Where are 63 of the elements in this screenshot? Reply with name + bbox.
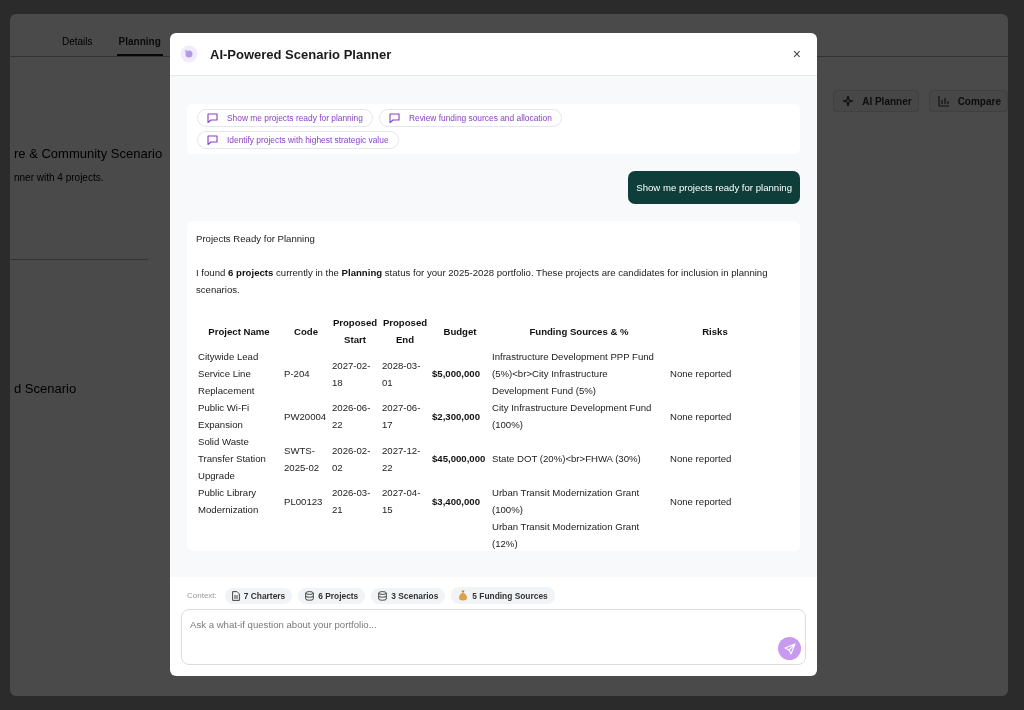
table-cell: PL00123 (284, 495, 323, 507)
table-cell: 2027-02-18 (332, 359, 371, 388)
context-label: Context: (187, 591, 217, 600)
table-cell: Urban Transit Modernization Grant (12%) (492, 521, 640, 549)
table-cell: 2027-12-22 (382, 444, 421, 473)
context-chip: 5 Funding Sources (451, 587, 555, 604)
suggestion-chip[interactable]: Show me projects ready for planning (197, 109, 373, 127)
dialog-title: AI-Powered Scenario Planner (210, 46, 393, 62)
table-cell: P-204 (284, 368, 310, 379)
table-cell: 2026-02-02 (332, 444, 371, 473)
chat-bubble-icon (207, 113, 218, 123)
column-header: Proposed Start (332, 317, 378, 345)
column-header: Project Name (208, 325, 270, 337)
table-cell: PW20004 (284, 410, 327, 422)
send-icon (783, 642, 796, 655)
table-cell: 2026-06-22 (332, 402, 371, 430)
table-cell: None reported (670, 410, 732, 422)
close-button[interactable]: × (788, 46, 805, 62)
table-cell: None reported (670, 368, 732, 379)
context-chip: 7 Charters (224, 587, 293, 604)
table-cell: Solid Waste Transfer Station Upgrade (198, 436, 266, 481)
money-bag-icon (458, 590, 469, 601)
table-cell: SWTS-2025-02 (284, 444, 320, 473)
table-cell: Citywide Lead Service Line Replacement (198, 351, 259, 396)
table-cell: Public Wi-Fi Expansion (198, 402, 250, 430)
user-message: Show me projects ready for planning (628, 171, 800, 204)
question-field[interactable]: Ask a what-if question about your portfolio... (181, 609, 806, 665)
column-header: Budget (443, 325, 477, 337)
table-cell: $2,300,000 (432, 410, 480, 422)
column-header: Risks (702, 325, 728, 337)
database-icon (305, 590, 315, 601)
table-cell: Infrastructure Development PPP Fund (5%)<br>City Infrastructure Development Fund (5%) (492, 351, 654, 396)
table-cell: 2027-04-15 (382, 487, 421, 515)
reply-heading: Projects Ready for Planning (196, 232, 316, 246)
scenario-title: re & Community Scenario (14, 145, 163, 163)
bar-chart-icon (937, 95, 950, 107)
context-chip: 3 Scenarios (371, 587, 446, 604)
table-cell: None reported (670, 495, 732, 507)
table-cell: None reported (670, 453, 732, 464)
chat-bubble-icon (207, 135, 218, 145)
context-chip: 6 Projects (298, 587, 366, 604)
table-cell: State DOT (20%)<br>FHWA (30%) (492, 453, 641, 464)
suggestion-chip[interactable]: Review funding sources and allocation (378, 109, 562, 127)
scenario-description: nner with 4 projects. (14, 171, 104, 185)
table-cell: City Infrastructure Development Fund (100%) (492, 402, 652, 430)
database-icon (378, 590, 388, 601)
chat-bubble-icon (388, 113, 400, 123)
document-icon (231, 590, 240, 601)
table-cell: $3,400,000 (432, 495, 480, 507)
table-cell: Urban Transit Modernization Grant (100%) (492, 487, 640, 515)
table-cell: 2028-03-01 (382, 359, 421, 388)
column-header: Code (294, 325, 318, 337)
scenario-title: d Scenario (14, 380, 77, 398)
column-header: Proposed End (382, 317, 428, 345)
send-button[interactable] (778, 637, 801, 660)
suggestion-chip[interactable]: Identify projects with highest strategic value (197, 131, 399, 149)
reply-paragraph: I found 6 projects currently in the Planning status for your 2025-2028 portfolio. These projects are candidates for inclusion in planning scenarios. (196, 266, 769, 297)
column-header: Funding Sources & % (529, 325, 629, 337)
table-cell: $5,000,000 (432, 368, 480, 379)
table-cell: 2027-06-17 (382, 402, 421, 430)
table-cell: Public Library Modernization (198, 487, 259, 515)
table-cell: $45,000,000 (432, 453, 486, 464)
table-cell: 2026-03-21 (332, 487, 371, 515)
